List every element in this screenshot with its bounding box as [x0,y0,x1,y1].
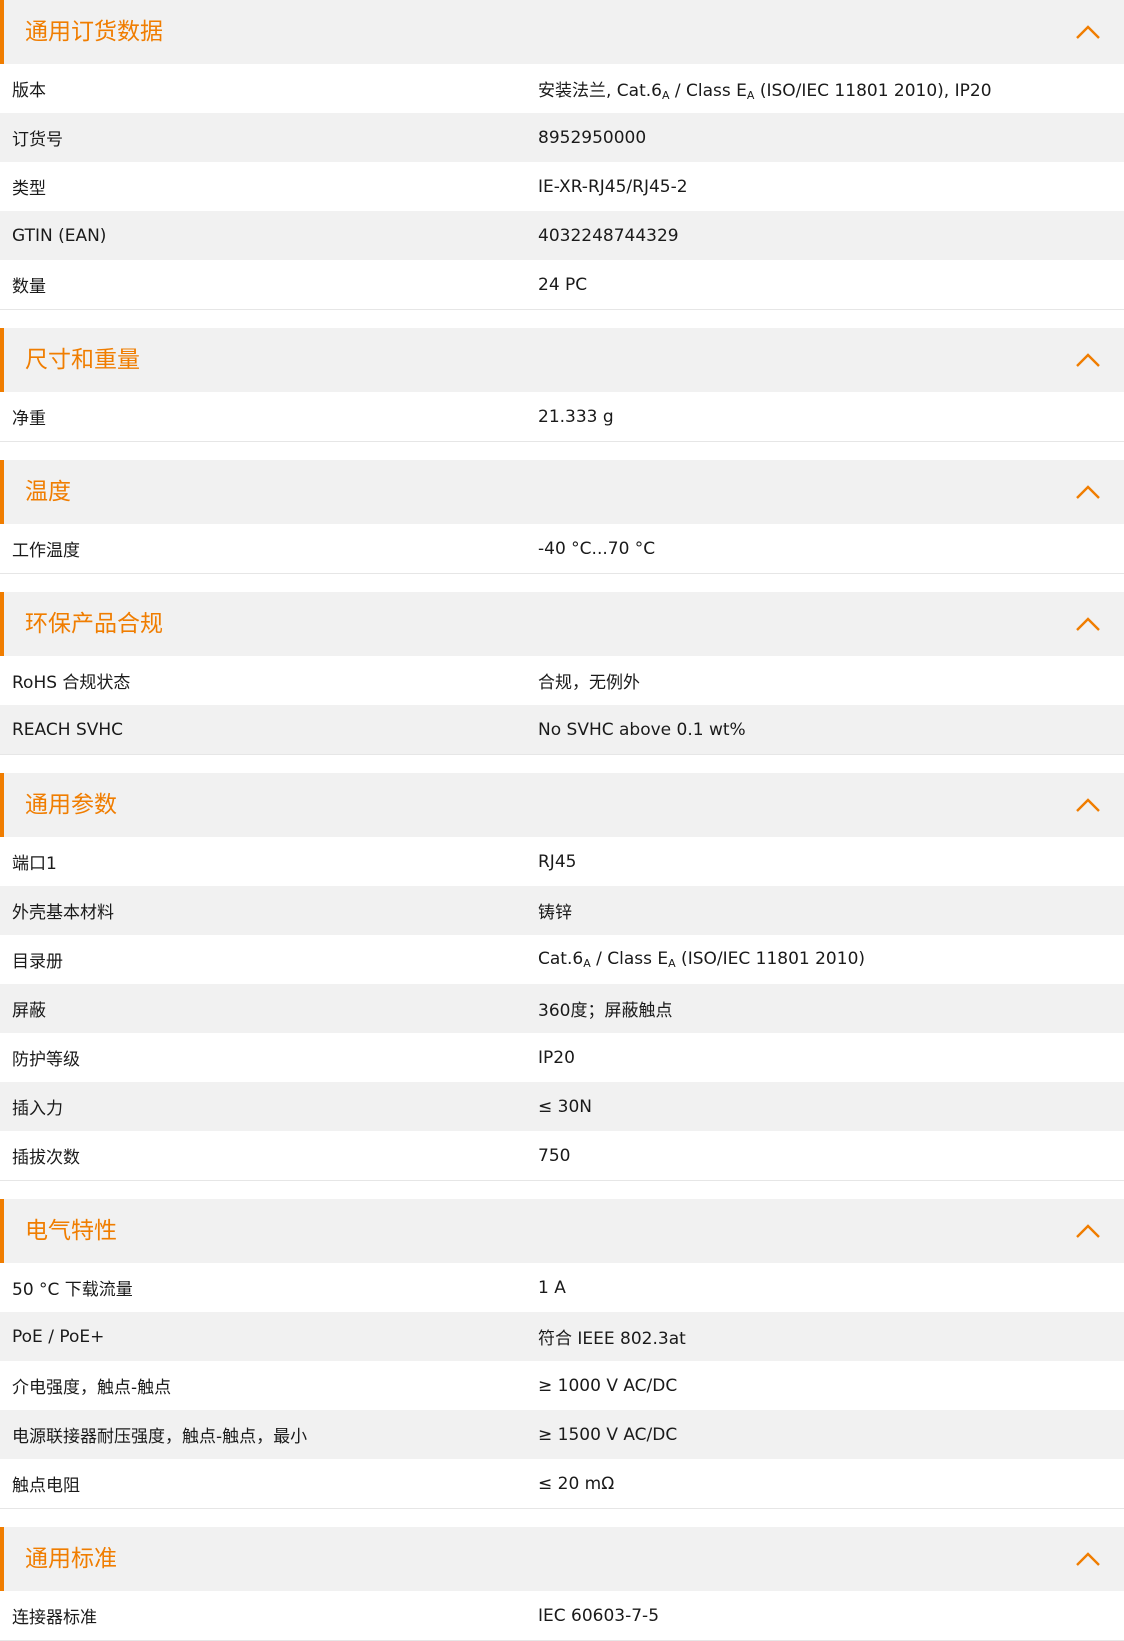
spec-label: 目录册 [12,952,63,972]
section-title: 温度 [25,478,71,505]
spec-value: ≤ 30N [538,1096,592,1117]
section-header-general-ordering[interactable]: 通用订货数据 [0,0,1124,64]
section-electrical-characteristics: 电气特性 50 °C 下载流量 1 A PoE / PoE+ 符合 IEEE 8… [0,1199,1124,1509]
spec-row: 插拔次数 750 [0,1131,1124,1180]
spec-row: 50 °C 下载流量 1 A [0,1263,1124,1312]
spec-label: 触点电阻 [12,1476,80,1496]
section-header-electrical-characteristics[interactable]: 电气特性 [0,1199,1124,1263]
spec-page: 通用订货数据 版本 安装法兰, Cat.6A / Class EA (ISO/I… [0,0,1124,1641]
section-general-ordering: 通用订货数据 版本 安装法兰, Cat.6A / Class EA (ISO/I… [0,0,1124,310]
spec-row: PoE / PoE+ 符合 IEEE 802.3at [0,1312,1124,1361]
spec-value: 4032248744329 [538,225,679,246]
spec-value: 21.333 g [538,406,614,427]
section-header-general-standards[interactable]: 通用标准 [0,1527,1124,1591]
spec-value: -40 °C...70 °C [538,538,656,559]
spec-row: RoHS 合规状态 合规，无例外 [0,656,1124,705]
spec-label: 屏蔽 [12,1001,46,1021]
spec-value: IE-XR-RJ45/RJ45-2 [538,176,688,197]
chevron-up-icon[interactable] [1074,795,1102,815]
chevron-up-icon[interactable] [1074,1549,1102,1569]
spec-label: 防护等级 [12,1050,80,1070]
spec-value: 符合 IEEE 802.3at [538,1329,686,1349]
spec-row: 屏蔽 360度；屏蔽触点 [0,984,1124,1033]
section-general-parameters: 通用参数 端口1 RJ45 外壳基本材料 铸锌 目录册 Cat.6A / Cla… [0,773,1124,1181]
spec-value: 1 A [538,1277,566,1298]
spec-row: 电源联接器耐压强度，触点-触点，最小 ≥ 1500 V AC/DC [0,1410,1124,1459]
spec-label: 净重 [12,409,46,429]
spec-label: REACH SVHC [12,719,124,740]
section-title: 通用标准 [25,1545,117,1572]
spec-label: 插入力 [12,1099,63,1119]
spec-row: 防护等级 IP20 [0,1033,1124,1082]
spec-value: 安装法兰, Cat.6A / Class EA (ISO/IEC 11801 2… [538,80,992,102]
spec-value: No SVHC above 0.1 wt% [538,719,746,740]
section-title: 尺寸和重量 [25,346,140,373]
spec-row: 外壳基本材料 铸锌 [0,886,1124,935]
spec-row: REACH SVHC No SVHC above 0.1 wt% [0,705,1124,754]
spec-label: 类型 [12,179,46,199]
spec-label: 介电强度，触点-触点 [12,1378,172,1398]
spec-value: 合规，无例外 [538,673,640,693]
chevron-up-icon[interactable] [1074,614,1102,634]
spec-label: 外壳基本材料 [12,903,114,923]
spec-value: ≤ 20 mΩ [538,1473,615,1494]
section-general-standards: 通用标准 连接器标准 IEC 60603-7-5 [0,1527,1124,1641]
section-title: 电气特性 [25,1217,117,1244]
spec-value: ≥ 1000 V AC/DC [538,1375,678,1396]
spec-label: 数量 [12,277,46,297]
spec-label: RoHS 合规状态 [12,673,131,693]
spec-value: 铸锌 [538,903,572,923]
spec-row: 端口1 RJ45 [0,837,1124,886]
spec-row: 订货号 8952950000 [0,113,1124,162]
spec-value: 24 PC [538,274,588,295]
spec-row: 类型 IE-XR-RJ45/RJ45-2 [0,162,1124,211]
spec-row: 连接器标准 IEC 60603-7-5 [0,1591,1124,1640]
section-header-environmental-compliance[interactable]: 环保产品合规 [0,592,1124,656]
spec-value: Cat.6A / Class EA (ISO/IEC 11801 2010) [538,949,866,970]
spec-row: 工作温度 -40 °C...70 °C [0,524,1124,573]
spec-label: 50 °C 下载流量 [12,1280,133,1300]
spec-value: IP20 [538,1047,575,1068]
spec-row: 触点电阻 ≤ 20 mΩ [0,1459,1124,1508]
spec-label: 工作温度 [12,541,80,561]
spec-row: 净重 21.333 g [0,392,1124,441]
spec-value: 750 [538,1145,571,1166]
spec-value: 8952950000 [538,127,647,148]
section-temperature: 温度 工作温度 -40 °C...70 °C [0,460,1124,574]
section-header-temperature[interactable]: 温度 [0,460,1124,524]
spec-label: 版本 [12,81,46,101]
spec-label: 订货号 [12,130,63,150]
section-title: 环保产品合规 [25,610,163,637]
spec-row: GTIN (EAN) 4032248744329 [0,211,1124,260]
section-header-general-parameters[interactable]: 通用参数 [0,773,1124,837]
spec-label: PoE / PoE+ [12,1326,105,1347]
spec-row: 数量 24 PC [0,260,1124,309]
spec-label: 端口1 [12,854,57,874]
chevron-up-icon[interactable] [1074,482,1102,502]
spec-value: 360度；屏蔽触点 [538,1001,673,1021]
section-header-dimensions-weight[interactable]: 尺寸和重量 [0,328,1124,392]
section-title: 通用参数 [25,791,117,818]
chevron-up-icon[interactable] [1074,22,1102,42]
spec-value: IEC 60603-7-5 [538,1605,660,1626]
spec-value: RJ45 [538,851,577,872]
spec-label: 插拔次数 [12,1148,80,1168]
spec-label: 连接器标准 [12,1608,97,1628]
spec-row: 介电强度，触点-触点 ≥ 1000 V AC/DC [0,1361,1124,1410]
spec-row: 版本 安装法兰, Cat.6A / Class EA (ISO/IEC 1180… [0,64,1124,113]
section-environmental-compliance: 环保产品合规 RoHS 合规状态 合规，无例外 REACH SVHC No SV… [0,592,1124,755]
chevron-up-icon[interactable] [1074,1221,1102,1241]
section-dimensions-weight: 尺寸和重量 净重 21.333 g [0,328,1124,442]
spec-row: 插入力 ≤ 30N [0,1082,1124,1131]
section-title: 通用订货数据 [25,18,163,45]
spec-row: 目录册 Cat.6A / Class EA (ISO/IEC 11801 201… [0,935,1124,984]
spec-value: ≥ 1500 V AC/DC [538,1424,678,1445]
spec-label: GTIN (EAN) [12,225,107,246]
chevron-up-icon[interactable] [1074,350,1102,370]
spec-label: 电源联接器耐压强度，触点-触点，最小 [12,1427,308,1447]
